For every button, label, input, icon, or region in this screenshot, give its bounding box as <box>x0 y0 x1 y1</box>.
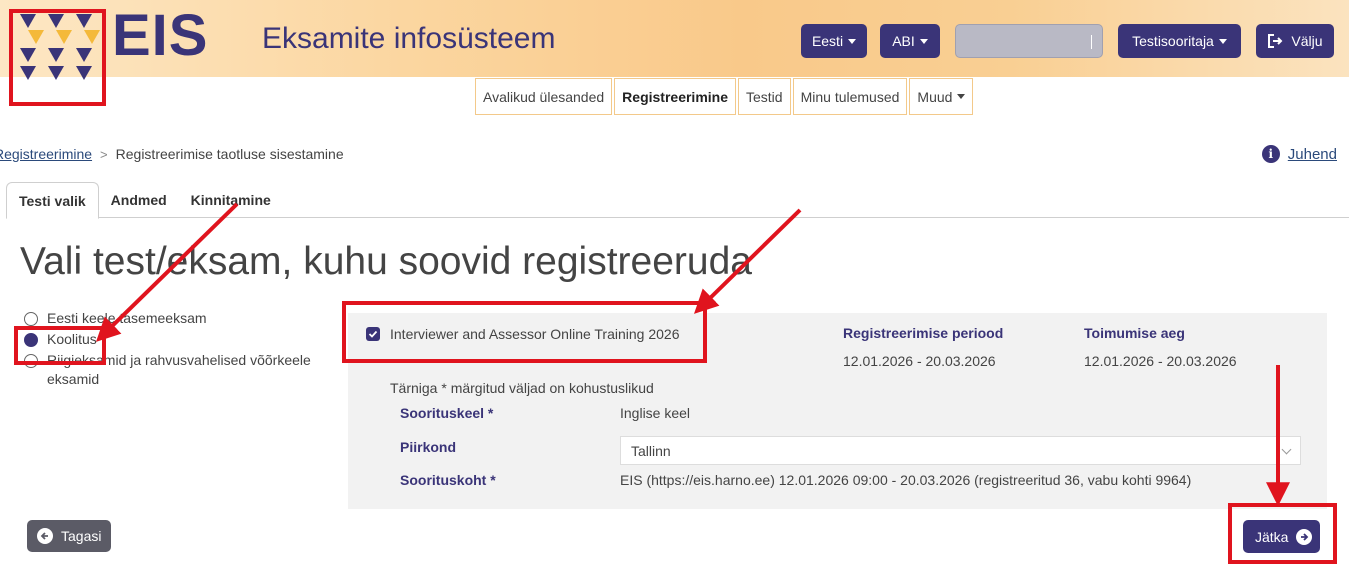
annotation-arrow <box>95 202 239 342</box>
annotation-arrows <box>95 202 1290 507</box>
annotation-arrow <box>693 208 802 314</box>
